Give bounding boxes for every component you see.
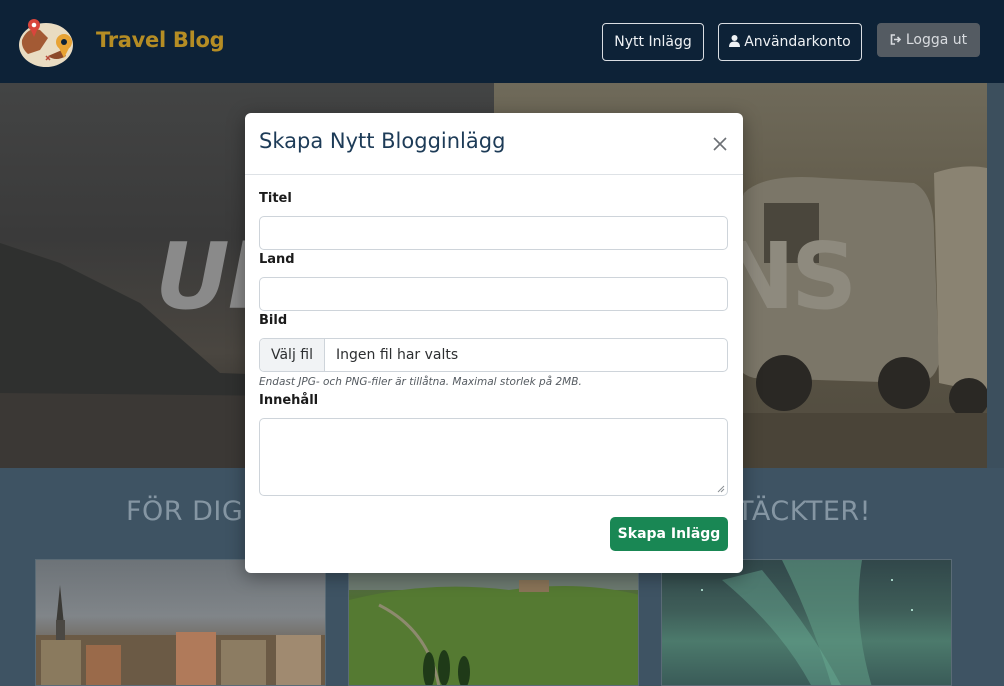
file-hint-text: Endast JPG- och PNG-filer är tillåtna. M… [259,376,582,388]
image-label: Bild [259,313,288,328]
content-label: Innehåll [259,393,319,408]
travel-logo-icon[interactable] [18,16,76,68]
submit-label: Skapa Inlägg [617,526,721,542]
close-icon[interactable] [712,136,728,152]
new-post-label: Nytt Inlägg [614,34,692,50]
image-file-input[interactable]: Välj fil Ingen fil har valts [259,338,728,372]
create-post-submit-button[interactable]: Skapa Inlägg [610,517,728,551]
file-status-text: Ingen fil har valts [336,347,459,363]
brand-title[interactable]: Travel Blog [96,28,225,52]
destination-card-stockholm[interactable] [35,559,326,686]
destination-card-aurora[interactable] [661,559,952,686]
logout-label: Logga ut [905,32,968,48]
sign-out-icon [890,34,901,45]
content-textarea[interactable] [259,418,728,496]
user-icon [729,35,741,47]
logout-button[interactable]: Logga ut [877,23,980,57]
modal-title: Skapa Nytt Blogginlägg [259,129,506,153]
hero-edge [987,83,1004,468]
new-post-button[interactable]: Nytt Inlägg [602,23,704,61]
account-label: Användarkonto [744,34,851,50]
modal-divider [245,174,743,175]
navbar: Travel Blog Nytt Inlägg Användarkonto Lo… [0,0,1004,83]
destination-card-tuscany[interactable] [348,559,639,686]
section-tagline-right: TÄCKTER! [737,496,871,527]
country-input[interactable] [259,277,728,311]
account-button[interactable]: Användarkonto [718,23,862,61]
create-post-modal: Skapa Nytt Blogginlägg Titel Land Bild V… [245,113,743,573]
card-image-hills [349,560,638,685]
choose-file-button[interactable]: Välj fil [260,339,325,371]
resize-handle-icon[interactable] [716,484,725,493]
card-image-aurora [701,560,913,685]
country-label: Land [259,252,295,267]
card-image-city [36,585,325,685]
title-input[interactable] [259,216,728,250]
title-label: Titel [259,191,292,206]
